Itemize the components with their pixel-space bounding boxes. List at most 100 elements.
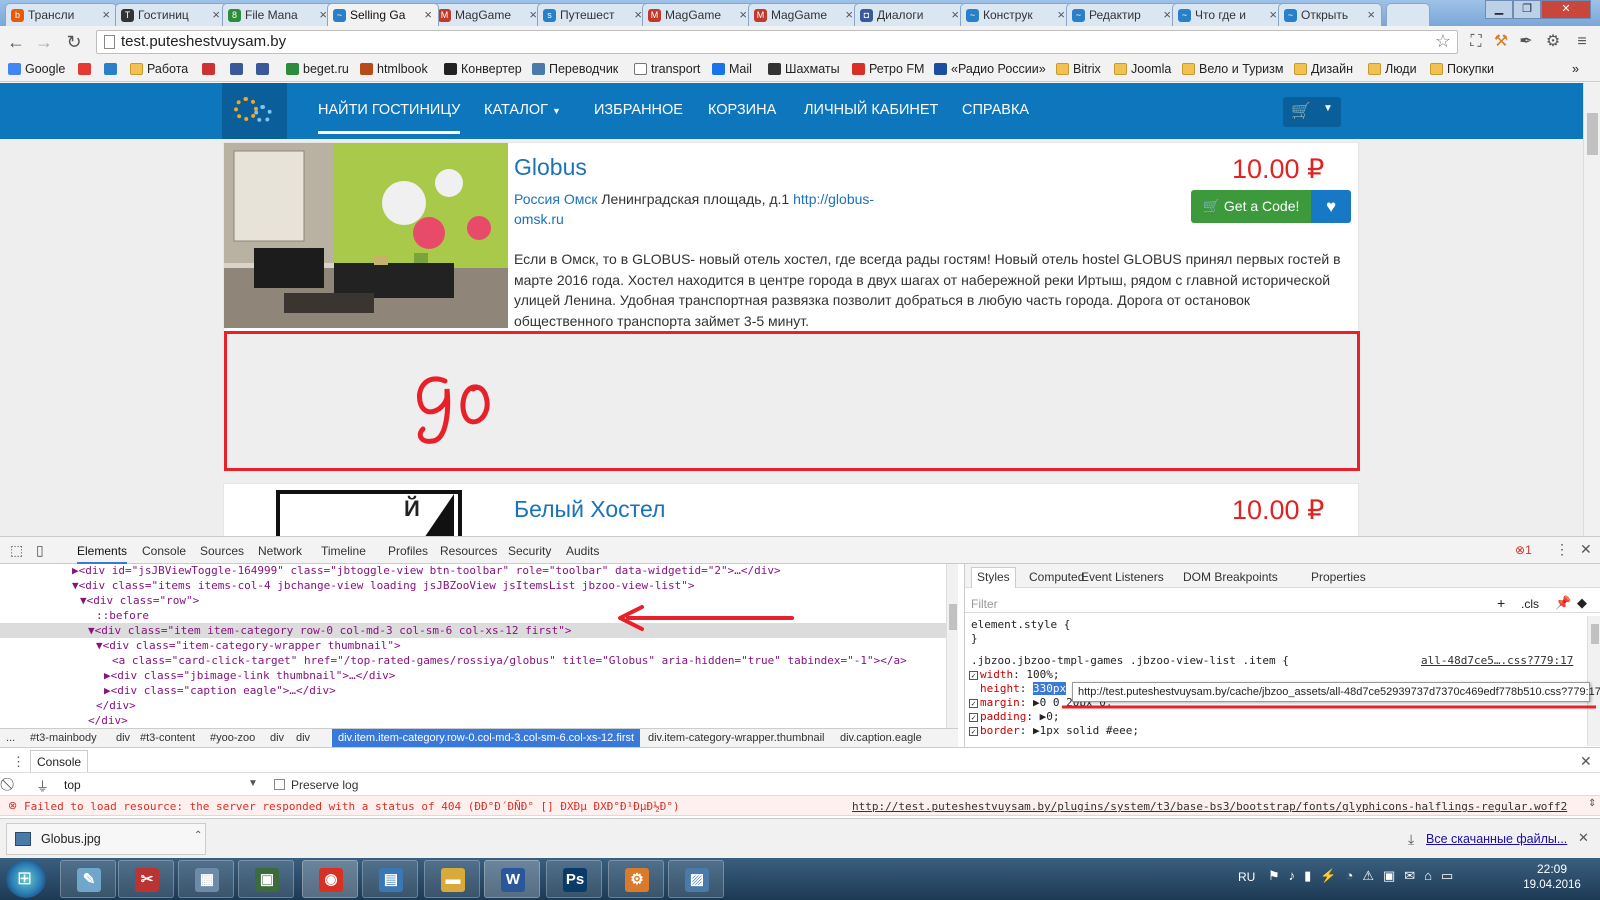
css-value[interactable]: ▶0; xyxy=(1040,710,1060,723)
browser-tab[interactable]: ~ Что где и × xyxy=(1172,3,1284,26)
bookmark-folder[interactable]: Вело и Туризм xyxy=(1182,62,1284,76)
extension-tool-icon[interactable]: ⚒ xyxy=(1491,32,1511,52)
devtools-tab[interactable]: Audits xyxy=(566,544,599,558)
taskbar-app-paint[interactable]: ✂ xyxy=(118,860,174,898)
more-icon[interactable]: ⋮ xyxy=(1555,541,1569,558)
taskbar-app-photoshop[interactable]: Ps xyxy=(546,860,602,898)
menu-icon[interactable]: ≡ xyxy=(1572,32,1592,52)
css-declaration[interactable]: height: 330px xyxy=(969,682,1067,695)
website-link[interactable]: http://globus- xyxy=(793,191,874,207)
browser-tab[interactable]: M MagGame × xyxy=(432,3,544,26)
dom-node[interactable]: </div> xyxy=(0,698,946,713)
devtools-tab[interactable]: Resources xyxy=(440,544,497,558)
breadcrumb-item[interactable]: ... xyxy=(6,729,15,747)
css-declaration[interactable]: ✓ padding: ▶0; xyxy=(969,710,1059,723)
element-style-rule[interactable]: element.style { xyxy=(971,618,1070,631)
bookmarks-overflow[interactable]: » xyxy=(1572,62,1579,76)
dom-node[interactable]: </div> xyxy=(0,713,946,728)
devtools-tab[interactable]: Elements xyxy=(77,544,128,564)
nav-item[interactable]: ИЗБРАННОЕ xyxy=(594,102,683,118)
browser-tab[interactable]: ~ Редактир × xyxy=(1066,3,1178,26)
device-mode-icon[interactable]: ▯ xyxy=(36,542,44,559)
css-value[interactable]: 330px xyxy=(1033,682,1067,695)
bookmark-folder[interactable]: Работа xyxy=(130,62,188,76)
dom-node[interactable]: ::before xyxy=(0,608,946,623)
nav-item[interactable]: НАЙТИ ГОСТИНИЦУ xyxy=(318,102,461,134)
breadcrumb-item[interactable]: div.item.item-category.row-0.col-md-3.co… xyxy=(332,729,641,747)
star-icon[interactable]: ☆ xyxy=(1435,30,1451,52)
browser-tab[interactable]: ~ Selling Ga × xyxy=(327,3,439,26)
tab-close-icon[interactable]: × xyxy=(424,7,432,22)
page-scrollbar[interactable] xyxy=(1583,83,1600,536)
hotel-photo[interactable]: Й xyxy=(224,484,508,536)
browser-tab[interactable]: M MagGame × xyxy=(748,3,860,26)
declaration-checkbox[interactable]: ✓ xyxy=(969,727,978,736)
breadcrumb-item[interactable]: div xyxy=(270,729,284,747)
bookmark[interactable]: beget.ru xyxy=(286,62,349,76)
css-value[interactable]: ▶1px solid #eee; xyxy=(1033,724,1139,737)
pin-icon[interactable]: 📌 xyxy=(1555,595,1571,611)
listing-title[interactable]: Globus xyxy=(514,154,587,181)
bookmark[interactable]: htmlbook xyxy=(360,62,428,76)
breadcrumb-item[interactable]: #t3-content xyxy=(140,729,195,747)
breadcrumb-item[interactable]: #yoo-zoo xyxy=(210,729,255,747)
bookmark[interactable]: transport xyxy=(634,62,700,76)
breadcrumb-item[interactable]: div.item-category-wrapper.thumbnail xyxy=(648,729,824,747)
browser-tab[interactable]: 8 File Mana × xyxy=(222,3,334,26)
language-indicator[interactable]: RU xyxy=(1238,870,1255,884)
download-item[interactable]: Globus.jpg ⌃ xyxy=(6,823,206,855)
scroll-arrows-icon[interactable]: ⇕ xyxy=(1588,798,1596,809)
styles-filter[interactable]: Filter xyxy=(971,597,998,611)
declaration-checkbox[interactable]: ✓ xyxy=(969,713,978,722)
elements-scrollbar[interactable] xyxy=(946,564,958,728)
console-context[interactable]: top xyxy=(64,778,81,792)
scrollbar-thumb[interactable] xyxy=(1587,113,1598,155)
listing-title[interactable]: Белый Хостел xyxy=(514,496,665,523)
browser-tab[interactable]: ◘ Диалоги × xyxy=(854,3,966,26)
bookmark[interactable]: Mail xyxy=(712,62,752,76)
devtools-tab[interactable]: Network xyxy=(258,544,302,558)
website-link-cont[interactable]: omsk.ru xyxy=(514,211,564,227)
styles-tab[interactable]: Styles xyxy=(971,567,1016,588)
dom-node[interactable]: <a class="card-click-target" href="/top-… xyxy=(0,653,946,668)
error-count-badge[interactable]: ⊗1 xyxy=(1515,543,1532,557)
devtools-tab[interactable]: Timeline xyxy=(321,544,366,558)
bookmark[interactable]: Переводчик xyxy=(532,62,618,76)
bookmark-folder[interactable]: Joomla xyxy=(1114,62,1171,76)
console-error-source[interactable]: http://test.puteshestvuysam.by/plugins/s… xyxy=(852,800,1570,813)
hotel-photo[interactable] xyxy=(224,143,508,328)
clock-time[interactable]: 22:09 xyxy=(1522,862,1582,876)
add-rule-icon[interactable]: + xyxy=(1497,595,1505,611)
bookmark[interactable]: Конвертер xyxy=(444,62,522,76)
tab-close-icon[interactable]: × xyxy=(739,7,747,22)
breadcrumb-item[interactable]: div xyxy=(296,729,310,747)
context-dropdown-icon[interactable]: ▼ xyxy=(248,778,258,789)
get-code-button[interactable]: 🛒 Get a Code! xyxy=(1191,190,1311,223)
tab-close-icon[interactable]: × xyxy=(634,7,642,22)
browser-tab[interactable]: s Путешест × xyxy=(537,3,649,26)
bookmark-folder[interactable]: Покупки xyxy=(1430,62,1494,76)
css-declaration[interactable]: ✓ width: 100%; xyxy=(969,668,1060,681)
extension-eyedropper-icon[interactable]: ✒ xyxy=(1516,32,1536,52)
tab-close-icon[interactable]: × xyxy=(102,7,110,22)
close-window-button[interactable]: ✕ xyxy=(1541,0,1591,19)
all-downloads-link[interactable]: Все скачанные файлы... xyxy=(1426,832,1567,846)
bookmark[interactable]: «Радио России» xyxy=(934,62,1046,76)
devtools-tab[interactable]: Console xyxy=(142,544,186,558)
download-menu-icon[interactable]: ⌃ xyxy=(194,830,202,841)
close-drawer-icon[interactable]: ✕ xyxy=(1580,753,1592,770)
bookmark-folder[interactable]: Bitrix xyxy=(1056,62,1101,76)
declaration-checkbox[interactable]: ✓ xyxy=(969,671,978,680)
site-logo[interactable] xyxy=(222,83,287,139)
elements-tree[interactable]: ▶<div id="jsJBViewToggle-164999" class="… xyxy=(0,564,958,728)
devtools-tab[interactable]: Profiles xyxy=(388,544,428,558)
browser-tab[interactable]: M MagGame × xyxy=(642,3,754,26)
tab-close-icon[interactable]: × xyxy=(1057,7,1065,22)
rule-selector[interactable]: .jbzoo.jbzoo-tmpl-games .jbzoo-view-list… xyxy=(971,654,1289,667)
tab-close-icon[interactable]: × xyxy=(845,7,853,22)
breadcrumb-item[interactable]: div.caption.eagle xyxy=(840,729,922,747)
dom-node[interactable]: ▶<div id="jsJBViewToggle-164999" class="… xyxy=(0,564,946,578)
dom-node[interactable]: ▶<div class="jbimage-link thumbnail">…</… xyxy=(0,668,946,683)
back-icon[interactable]: ← xyxy=(4,30,28,54)
browser-tab[interactable]: T Гостиниц × xyxy=(115,3,227,26)
